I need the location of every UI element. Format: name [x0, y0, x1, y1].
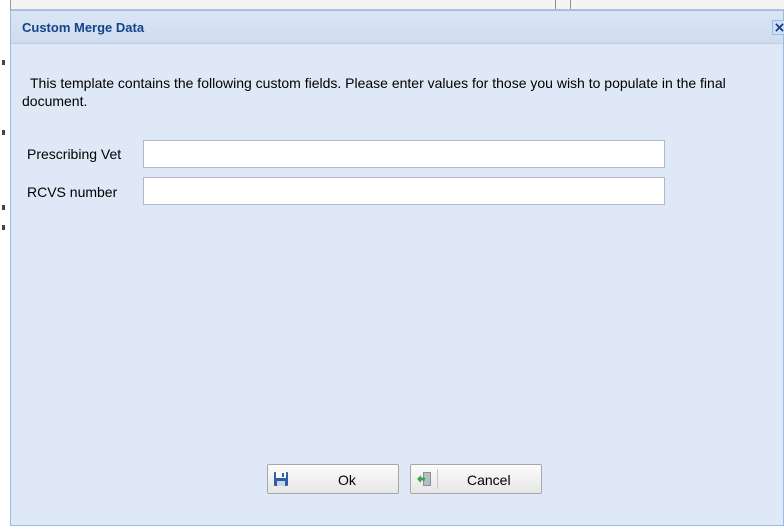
dialog-titlebar[interactable]: Custom Merge Data: [11, 11, 784, 44]
dialog-body: This template contains the following cus…: [11, 44, 783, 525]
close-icon: [775, 23, 784, 32]
rcvs-number-label: RCVS number: [27, 184, 118, 200]
save-disk-icon: [274, 472, 288, 486]
prescribing-vet-input[interactable]: [143, 140, 665, 168]
intro-text: This template contains the following cus…: [22, 75, 726, 109]
background-toolbar: [10, 0, 784, 10]
ok-label: Ok: [338, 472, 356, 488]
background-divider: [570, 0, 571, 9]
prescribing-vet-label: Prescribing Vet: [27, 146, 122, 162]
dialog-title: Custom Merge Data: [22, 20, 145, 35]
cancel-label: Cancel: [467, 472, 511, 488]
background-mark: [2, 60, 5, 65]
cancel-button[interactable]: Cancel: [410, 464, 542, 494]
custom-merge-data-dialog: Custom Merge Data This template contains…: [10, 10, 784, 526]
rcvs-number-input[interactable]: [143, 177, 665, 205]
exit-door-icon: [417, 472, 431, 486]
button-separator: [437, 469, 438, 489]
background-divider: [555, 0, 556, 9]
background-mark: [2, 205, 5, 210]
ok-button[interactable]: Ok: [267, 464, 399, 494]
close-button[interactable]: [772, 20, 784, 35]
background-mark: [2, 225, 5, 230]
background-mark: [2, 130, 5, 135]
